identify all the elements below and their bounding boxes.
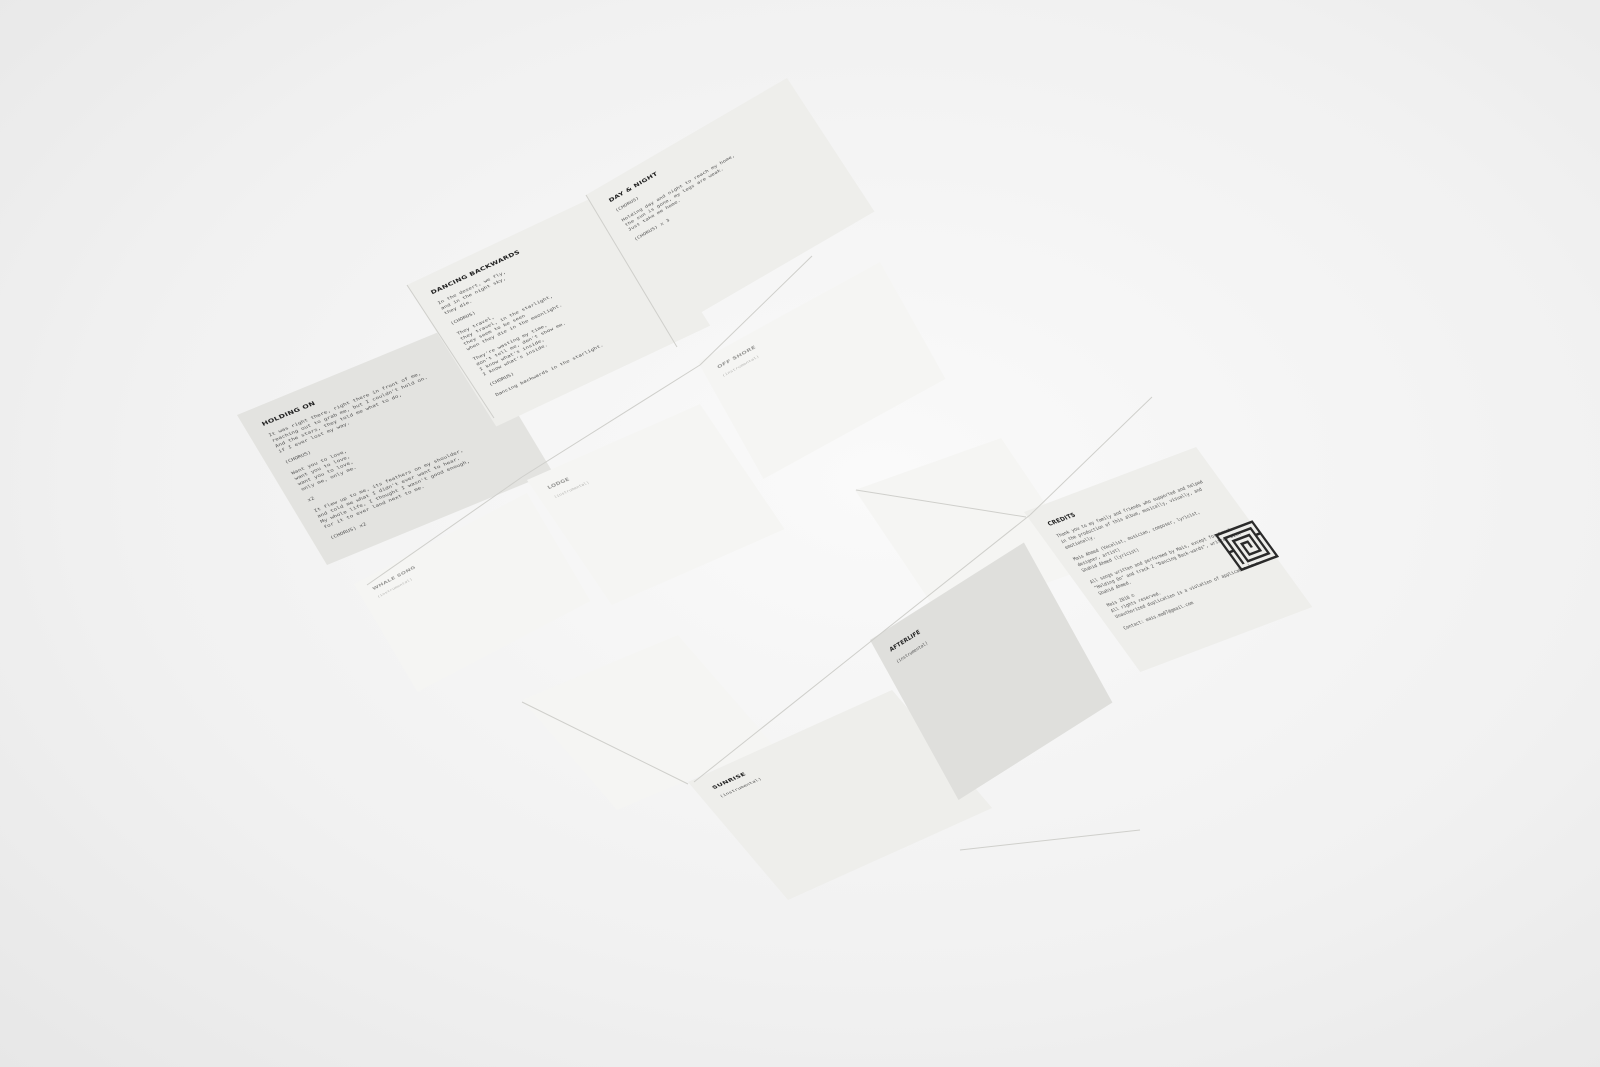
song-subtitle: (instrumental) <box>895 640 929 665</box>
song-subtitle: (instrumental) <box>721 354 760 379</box>
folded-lyric-sheet: HOLDING ON It was right there, right the… <box>0 0 1600 1067</box>
song-title: LODGE <box>546 476 571 491</box>
song-subtitle: (instrumental) <box>553 480 591 500</box>
song-title: OFF SHORE <box>716 344 757 370</box>
panel-off-shore: OFF SHORE (instrumental) <box>698 261 946 479</box>
song-lyrics: (CHORUS) Holding day and night to reach … <box>614 153 736 242</box>
